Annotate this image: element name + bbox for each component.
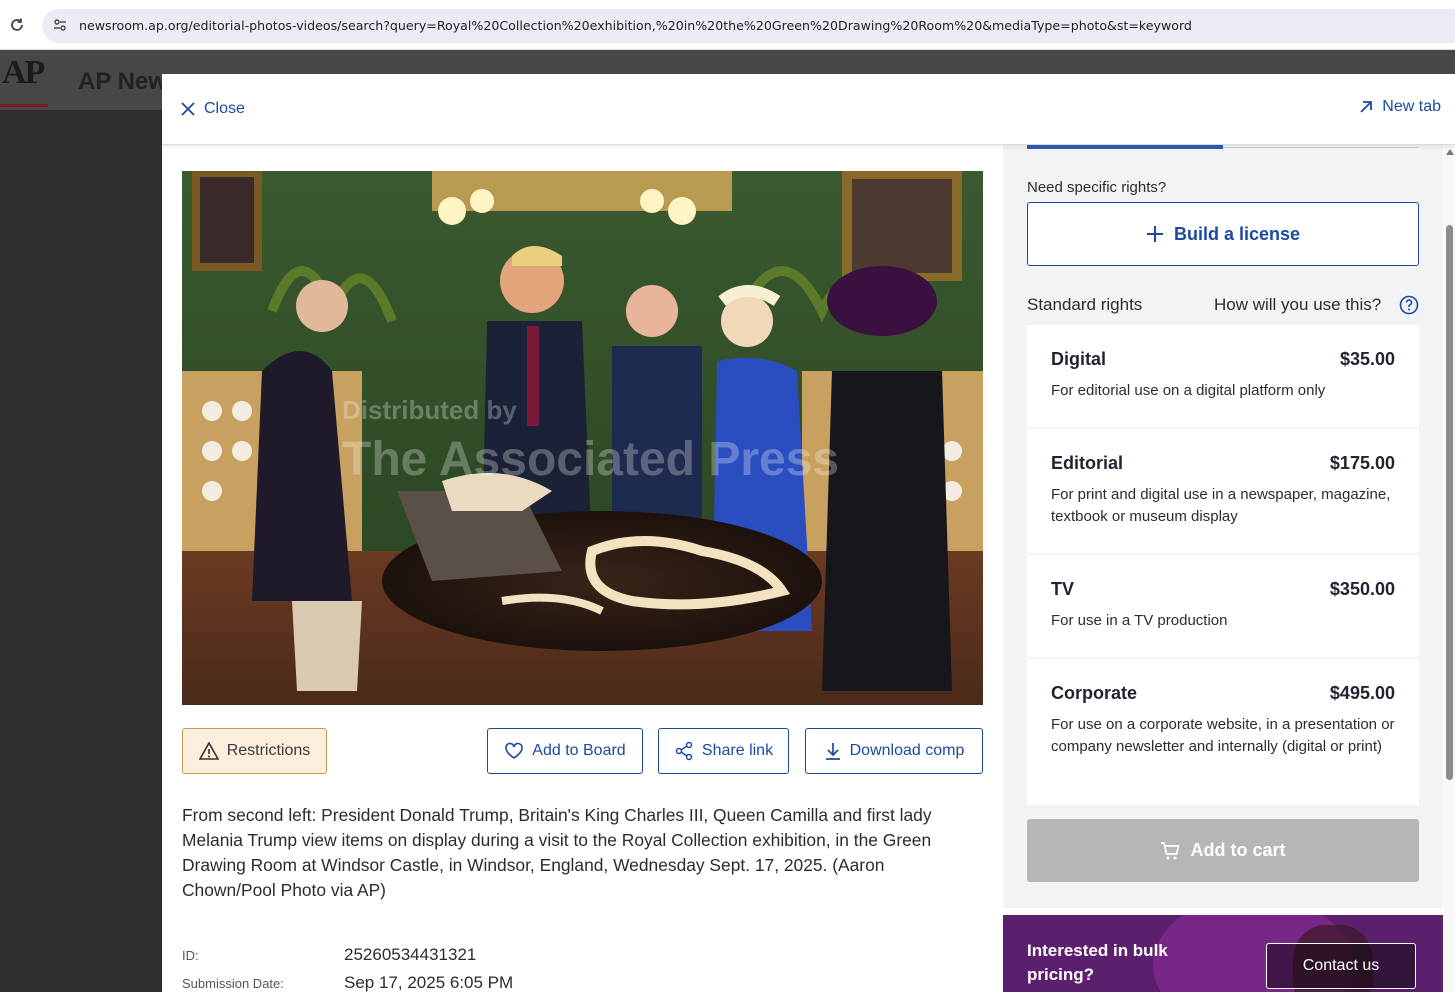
restrictions-label: Restrictions xyxy=(226,742,311,759)
modal-scrollbar[interactable] xyxy=(1444,145,1455,992)
licensing-panel: Need specific rights? Build a license St… xyxy=(1003,145,1443,908)
meta-value: Sep 17, 2025 6:05 PM xyxy=(344,973,514,992)
add-to-cart-button[interactable]: Add to cart xyxy=(1027,819,1419,882)
news-photo[interactable]: Distributed by The Associated Press xyxy=(182,171,983,705)
add-to-cart-label: Add to cart xyxy=(1190,840,1286,860)
external-arrow-icon xyxy=(1360,101,1373,113)
rights-description: For editorial use on a digital platform … xyxy=(1051,382,1326,399)
rights-description: For use on a corporate website, in a pre… xyxy=(1051,716,1395,755)
modal-body: Distributed by The Associated Press Rest… xyxy=(162,145,1455,992)
tab-divider xyxy=(1223,147,1419,148)
logo-underline xyxy=(0,104,48,107)
scroll-up-arrow-icon[interactable] xyxy=(1446,149,1454,155)
build-license-button[interactable]: Build a license xyxy=(1027,202,1419,266)
add-to-board-button[interactable]: Add to Board xyxy=(487,728,643,774)
standard-rights-label: Standard rights xyxy=(1027,295,1143,314)
share-link-button[interactable]: Share link xyxy=(658,728,789,774)
watermark-line1: Distributed by xyxy=(342,395,517,425)
rights-list: Digital $35.00 For editorial use on a di… xyxy=(1027,325,1419,807)
photo-metadata: ID: 25260534431321 Submission Date: Sep … xyxy=(182,945,982,992)
url-text[interactable]: newsroom.ap.org/editorial-photos-videos/… xyxy=(79,18,1192,33)
photo-detail-modal: Close New tab Distributed by The Associa… xyxy=(162,74,1455,992)
rights-price: $35.00 xyxy=(1339,349,1395,369)
browser-toolbar: newsroom.ap.org/editorial-photos-videos/… xyxy=(0,0,1455,50)
rights-price: $350.00 xyxy=(1329,579,1395,599)
how-use-label: How will you use this? xyxy=(1214,295,1382,314)
rights-price: $175.00 xyxy=(1329,453,1395,473)
rights-option-digital[interactable]: Digital $35.00 For editorial use on a di… xyxy=(1027,325,1419,429)
meta-key: ID: xyxy=(182,948,199,963)
close-label: Close xyxy=(204,100,245,117)
watermark-line2: The Associated Press xyxy=(342,433,839,486)
build-license-label: Build a license xyxy=(1173,223,1301,244)
rights-price: $495.00 xyxy=(1329,683,1395,703)
new-tab-button[interactable]: New tab xyxy=(1358,98,1441,116)
help-icon[interactable] xyxy=(1399,295,1419,315)
rights-description: For print and digital use in a newspaper… xyxy=(1051,486,1391,525)
close-icon xyxy=(181,102,195,116)
restrictions-button[interactable]: Restrictions xyxy=(182,728,327,774)
download-icon xyxy=(825,743,840,760)
contact-us-button[interactable]: Contact us xyxy=(1266,943,1416,989)
active-tab-indicator xyxy=(1027,145,1223,149)
need-rights-label: Need specific rights? xyxy=(1027,179,1167,196)
address-bar[interactable]: newsroom.ap.org/editorial-photos-videos/… xyxy=(42,9,1455,43)
rights-description: For use in a TV production xyxy=(1051,612,1228,629)
meta-row-id: ID: 25260534431321 xyxy=(182,945,982,973)
share-icon xyxy=(675,741,693,761)
meta-value: 25260534431321 xyxy=(344,945,477,964)
meta-key: Submission Date: xyxy=(182,976,284,991)
rights-option-corporate[interactable]: Corporate $495.00 For use on a corporate… xyxy=(1027,659,1419,807)
photo-caption: From second left: President Donald Trump… xyxy=(182,805,932,900)
plus-icon xyxy=(1146,226,1163,242)
ap-logo: AP xyxy=(2,54,45,91)
scroll-thumb[interactable] xyxy=(1446,225,1453,780)
meta-row-submission-date: Submission Date: Sep 17, 2025 6:05 PM xyxy=(182,973,982,992)
reload-icon[interactable] xyxy=(8,16,26,34)
bulk-pricing-text: Interested in bulk pricing? xyxy=(1027,941,1168,984)
rights-option-editorial[interactable]: Editorial $175.00 For print and digital … xyxy=(1027,429,1419,555)
download-comp-label: Download comp xyxy=(849,742,965,759)
photo-actions: Restrictions Add to Board Share link Dow… xyxy=(182,728,983,774)
rights-option-tv[interactable]: TV $350.00 For use in a TV production xyxy=(1027,555,1419,659)
close-button[interactable]: Close xyxy=(180,100,245,118)
download-comp-button[interactable]: Download comp xyxy=(805,728,983,774)
cart-icon xyxy=(1161,841,1181,859)
share-link-label: Share link xyxy=(701,742,774,759)
site-info-icon[interactable] xyxy=(52,17,68,33)
modal-header: Close New tab xyxy=(162,74,1455,145)
new-tab-label: New tab xyxy=(1382,98,1441,115)
heart-icon xyxy=(505,742,524,759)
warning-icon xyxy=(198,742,219,760)
bulk-pricing-promo: Interested in bulk pricing? Contact us xyxy=(1003,915,1443,992)
add-to-board-label: Add to Board xyxy=(532,742,626,759)
